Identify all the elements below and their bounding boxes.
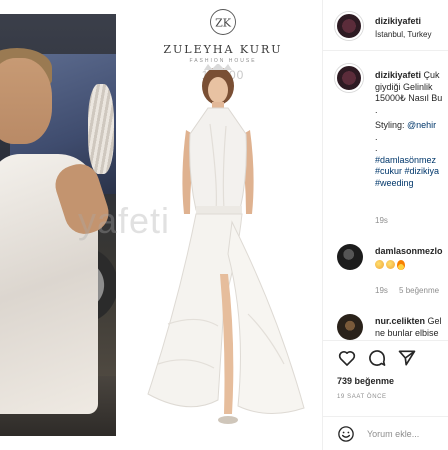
- comment-timestamp: 19s: [375, 286, 388, 295]
- svg-text:ZK: ZK: [215, 17, 232, 30]
- post-media[interactable]: ZK ZULEYHA KURU FASHION HOUSE 15.000 yaf…: [0, 0, 322, 450]
- post-actions: [335, 348, 445, 370]
- emoji-reactions: [375, 260, 405, 270]
- comment-likes[interactable]: 5 beğenme: [399, 286, 439, 295]
- likes-count[interactable]: 739 beğenme: [337, 376, 394, 386]
- post-time-ago: 19 SAAT ÖNCE: [337, 394, 387, 400]
- heart-eyes-emoji-icon: [386, 260, 395, 269]
- avatar[interactable]: [335, 64, 363, 92]
- comment-username[interactable]: damlasonmezlo: [375, 246, 443, 256]
- avatar[interactable]: [337, 314, 363, 340]
- caption-timestamp: 19s: [375, 216, 388, 225]
- heart-icon[interactable]: [337, 348, 357, 368]
- post-sidebar: dizikiyafeti İstanbul, Turkey dizikiyafe…: [322, 0, 448, 450]
- actress-face: [0, 58, 52, 144]
- hashtag-link[interactable]: #weeding: [375, 178, 448, 190]
- add-comment-bar: Yorum ekle...: [323, 416, 448, 450]
- post-location[interactable]: İstanbul, Turkey: [375, 30, 431, 39]
- caption-username[interactable]: dizikiyafeti: [375, 70, 421, 80]
- heart-eyes-emoji-icon: [375, 260, 384, 269]
- avatar[interactable]: [337, 244, 363, 270]
- avatar[interactable]: [335, 12, 363, 40]
- fire-emoji-icon: [397, 260, 405, 270]
- post-username[interactable]: dizikiyafeti: [375, 16, 421, 26]
- comment-icon[interactable]: [367, 348, 387, 368]
- brand-logo-icon: ZK: [210, 9, 236, 35]
- share-icon[interactable]: [397, 348, 417, 368]
- post-header: dizikiyafeti İstanbul, Turkey: [335, 8, 448, 42]
- mention-link[interactable]: @nehir: [407, 120, 436, 130]
- brand-name: ZULEYHA KURU: [163, 43, 283, 56]
- comment-input[interactable]: Yorum ekle...: [367, 429, 419, 439]
- hashtag-link[interactable]: #cukur #dizikiya: [375, 166, 448, 178]
- feather-accessory: [88, 84, 114, 174]
- emoji-smile-icon[interactable]: [337, 425, 355, 443]
- watermark-text: yafeti: [78, 200, 171, 241]
- model-in-wedding-dress: [147, 64, 305, 424]
- hashtag-link[interactable]: #damlasönmez: [375, 155, 448, 167]
- comment-username[interactable]: nur.celikten: [375, 316, 425, 326]
